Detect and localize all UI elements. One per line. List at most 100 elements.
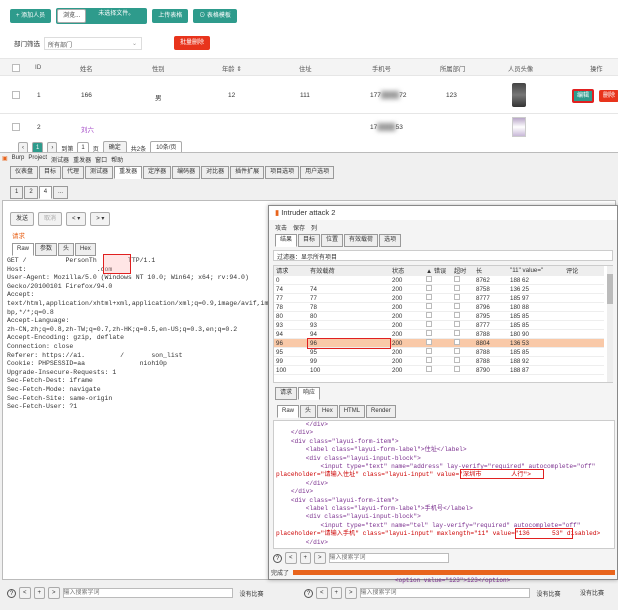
tab-target[interactable]: 目标 [39, 166, 62, 179]
result-row[interactable]: 0 200 8762 188 62 [274, 275, 604, 285]
req-tab-params[interactable]: 参数 [35, 243, 58, 256]
admin-panel: + 添加人员 浏览... 未选择文件。 上传表格 ⊙ 表格模板 部门筛选 所有部… [0, 0, 618, 155]
department-select[interactable]: 所有部门 ⌄ [44, 36, 142, 50]
menu-window[interactable]: 窗口 [95, 155, 107, 164]
file-chooser[interactable]: 浏览... 未选择文件。 [56, 8, 148, 24]
req-tab-headers[interactable]: 头 [58, 243, 75, 256]
help-icon[interactable]: ? [7, 588, 16, 598]
resp-tab-hex[interactable]: Hex [317, 405, 338, 418]
menu-help[interactable]: 帮助 [111, 155, 123, 164]
results-scrollbar[interactable] [607, 266, 613, 382]
tab-request[interactable]: 请求 [275, 387, 298, 400]
select-all-checkbox[interactable] [12, 64, 20, 72]
col-status[interactable]: 状态 [390, 266, 424, 276]
result-row[interactable]: 93 93 200 8777 185 85 [274, 320, 604, 330]
add-person-button[interactable]: + 添加人员 [10, 9, 52, 23]
cancel-button[interactable]: 取消 [38, 212, 63, 226]
tab-repeater[interactable]: 重发器 [114, 166, 143, 179]
browse-button[interactable]: 浏览... [57, 9, 87, 23]
tab-dashboard[interactable]: 仪表盘 [10, 166, 39, 179]
tab-intruder[interactable]: 测试器 [85, 166, 114, 179]
menu-repeater[interactable]: 重发器 [73, 155, 91, 164]
result-row[interactable]: 77 77 200 8777 185 97 [274, 293, 604, 303]
tab-response[interactable]: 响应 [298, 387, 321, 400]
help-icon[interactable]: ? [273, 553, 282, 563]
request-line: Upgrade-Insecure-Requests: 1 [7, 368, 117, 376]
history-forward-button[interactable]: > ▾ [90, 212, 111, 226]
search-next-button[interactable]: > [314, 552, 326, 564]
search-input[interactable] [359, 588, 530, 598]
tab-project-options[interactable]: 项目选项 [265, 166, 300, 179]
result-row[interactable]: 74 74 200 8758 136 25 [274, 284, 604, 294]
col-length[interactable]: 长 [474, 266, 508, 276]
result-row[interactable]: 96 96 200 8804 136 53 [274, 337, 604, 349]
subtab-1[interactable]: 1 [10, 186, 24, 199]
tab-options[interactable]: 选项 [379, 234, 402, 247]
col-comment[interactable]: 评论 [564, 266, 604, 276]
menu-save[interactable]: 保存 [293, 223, 305, 232]
tab-proxy[interactable]: 代理 [62, 166, 85, 179]
upload-button[interactable]: 上传表格 [152, 9, 189, 23]
row-checkbox [426, 303, 432, 309]
help-icon[interactable]: ? [304, 588, 313, 598]
batch-delete-button[interactable]: 批量删除 [174, 36, 211, 50]
subtab-more[interactable]: ... [53, 186, 69, 199]
tab-decoder[interactable]: 编码器 [172, 166, 201, 179]
search-add-button[interactable]: + [330, 587, 343, 599]
result-row[interactable]: 94 94 200 8788 180 90 [274, 329, 604, 339]
search-input[interactable] [328, 553, 449, 563]
col-age[interactable]: 年龄 ⇕ [222, 64, 242, 73]
resp-tab-headers[interactable]: 头 [300, 405, 317, 418]
result-row[interactable]: 78 78 200 8796 180 88 [274, 302, 604, 312]
resp-tab-raw[interactable]: Raw [277, 405, 300, 418]
menu-burp[interactable]: Burp [12, 155, 25, 164]
col-payload[interactable]: 有效载荷 [308, 266, 390, 276]
result-row[interactable]: 100 100 200 8790 188 87 [274, 365, 604, 375]
intruder-titlebar: ▮ Intruder attack 2 [269, 206, 617, 220]
delete-button[interactable]: 删除 [599, 90, 618, 102]
search-add-button[interactable]: + [299, 552, 312, 564]
tab-user-options[interactable]: 用户选项 [300, 166, 335, 179]
resp-tab-render[interactable]: Render [366, 405, 396, 418]
row-checkbox[interactable] [12, 91, 20, 99]
results-filter[interactable]: 过滤器：显示所有项目 [273, 250, 613, 261]
search-prev-button[interactable]: < [285, 552, 297, 564]
subtab-4[interactable]: 4 [38, 186, 53, 199]
search-add-button[interactable]: + [33, 587, 46, 599]
menu-project[interactable]: Project [28, 155, 47, 164]
request-editor[interactable]: GET / PersonTh TTP/1.1 Host: .com User-Age… [7, 257, 272, 417]
search-input[interactable] [62, 588, 233, 598]
subtab-2[interactable]: 2 [24, 186, 38, 199]
col-timeout[interactable]: 超时 [452, 266, 474, 276]
tab-sequencer[interactable]: 定序器 [143, 166, 172, 179]
search-next-button[interactable]: > [345, 587, 357, 599]
result-row[interactable]: 99 99 200 8788 188 92 [274, 356, 604, 366]
tab-extender[interactable]: 插件扩展 [230, 166, 265, 179]
menu-intruder[interactable]: 测试器 [51, 155, 69, 164]
col-request[interactable]: 请求 [274, 266, 308, 276]
result-row[interactable]: 80 80 200 8795 185 85 [274, 311, 604, 321]
col-error[interactable]: ▲ 错误 [424, 266, 452, 276]
tab-results[interactable]: 结果 [275, 234, 298, 247]
req-tab-hex[interactable]: Hex [75, 243, 96, 256]
row-checkbox [426, 330, 432, 336]
search-prev-button[interactable]: < [316, 587, 328, 599]
search-prev-button[interactable]: < [19, 587, 31, 599]
send-button[interactable]: 发送 [10, 212, 35, 226]
tab-positions[interactable]: 位置 [321, 234, 344, 247]
resp-tab-html[interactable]: HTML [338, 405, 366, 418]
result-row[interactable]: 95 95 200 8788 185 85 [274, 347, 604, 357]
edit-button[interactable]: 编辑 [572, 89, 595, 103]
history-back-button[interactable]: < ▾ [66, 212, 87, 226]
template-button[interactable]: ⊙ 表格模板 [193, 9, 237, 23]
tab-payloads[interactable]: 有效载荷 [344, 234, 379, 247]
row-checkbox[interactable] [12, 123, 20, 131]
cell-name: 166 [81, 92, 92, 99]
tab-comparer[interactable]: 对比器 [201, 166, 230, 179]
tab-target[interactable]: 目标 [298, 234, 321, 247]
req-tab-raw[interactable]: Raw [12, 243, 35, 256]
search-next-button[interactable]: > [48, 587, 60, 599]
menu-columns[interactable]: 列 [311, 223, 317, 232]
col-grep[interactable]: "11" value=" [508, 266, 564, 276]
menu-attack[interactable]: 攻击 [275, 223, 287, 232]
